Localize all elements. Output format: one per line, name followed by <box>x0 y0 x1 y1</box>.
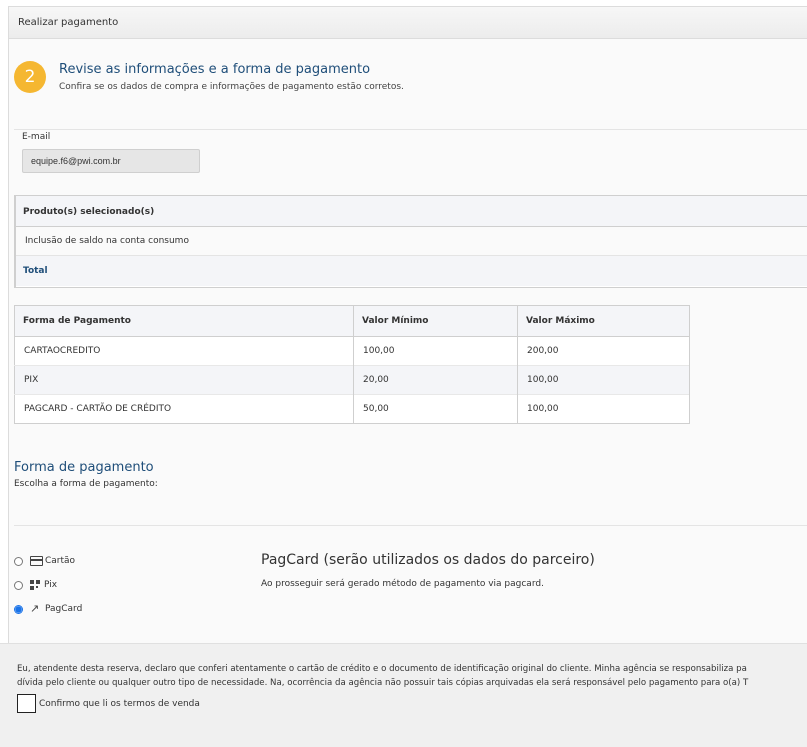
option-label: Pix <box>44 580 58 590</box>
column-header: Forma de Pagamento <box>14 305 354 337</box>
table-cell: CARTAOCREDITO <box>14 336 354 366</box>
table-cell: 100,00 <box>517 394 690 424</box>
products-header: Produto(s) selecionado(s) <box>16 196 807 227</box>
table-cell: 50,00 <box>353 394 518 424</box>
payment-method-subtitle: Escolha a forma de pagamento: <box>14 479 158 489</box>
step-subtitle: Confira se os dados de compra e informaç… <box>59 82 404 92</box>
pagcard-title: PagCard (serão utilizados os dados do pa… <box>261 552 595 568</box>
confirm-terms-label: Confirmo que li os termos de venda <box>39 699 200 709</box>
payment-option-pix[interactable]: Pix <box>14 580 57 590</box>
credit-card-icon <box>30 556 43 566</box>
column-header: Valor Mínimo <box>353 305 518 337</box>
confirm-terms-checkbox[interactable] <box>17 694 36 713</box>
table-row: PIX 20,00 100,00 <box>14 365 690 395</box>
terms-text: Eu, atendente desta reserva, declaro que… <box>17 662 807 690</box>
option-label: PagCard <box>45 604 83 614</box>
table-row: CARTAOCREDITO 100,00 200,00 <box>14 336 690 366</box>
option-label: Cartão <box>45 556 76 566</box>
email-label: E-mail <box>22 132 51 142</box>
selected-products-table: Produto(s) selecionado(s) Inclusão de sa… <box>14 195 807 288</box>
payment-option-pagcard[interactable]: ↗ PagCard <box>14 602 83 615</box>
terms-footer <box>0 643 807 747</box>
step-number-badge: 2 <box>14 61 46 93</box>
table-header-row: Forma de Pagamento Valor Mínimo Valor Má… <box>14 305 690 337</box>
table-cell: 200,00 <box>517 336 690 366</box>
cartao-radio[interactable] <box>14 556 23 566</box>
pagcard-description: Ao prosseguir será gerado método de paga… <box>261 579 544 589</box>
qr-code-icon <box>30 580 40 590</box>
table-cell: PAGCARD - CARTÃO DE CRÉDITO <box>14 394 354 424</box>
payment-option-cartao[interactable]: Cartão <box>14 556 75 566</box>
pix-radio[interactable] <box>14 580 23 590</box>
terms-line: Eu, atendente desta reserva, declaro que… <box>17 664 747 674</box>
external-link-icon: ↗ <box>30 602 40 615</box>
table-row: PAGCARD - CARTÃO DE CRÉDITO 50,00 100,00 <box>14 394 690 424</box>
email-field: equipe.f6@pwi.com.br <box>22 149 200 173</box>
panel-title: Realizar pagamento <box>9 7 807 39</box>
step-title: Revise as informações e a forma de pagam… <box>59 62 371 77</box>
pagcard-radio[interactable] <box>14 604 23 614</box>
product-row: Inclusão de saldo na conta consumo <box>16 227 807 256</box>
divider <box>14 129 807 130</box>
divider <box>14 525 807 526</box>
products-total-label: Total <box>16 256 807 286</box>
table-cell: 20,00 <box>353 365 518 395</box>
payment-limits-table: Forma de Pagamento Valor Mínimo Valor Má… <box>14 305 690 424</box>
table-cell: PIX <box>14 365 354 395</box>
column-header: Valor Máximo <box>517 305 690 337</box>
table-cell: 100,00 <box>517 365 690 395</box>
table-cell: 100,00 <box>353 336 518 366</box>
terms-line: dívida pelo cliente ou qualquer outro ti… <box>17 678 749 688</box>
payment-method-title: Forma de pagamento <box>14 460 154 475</box>
